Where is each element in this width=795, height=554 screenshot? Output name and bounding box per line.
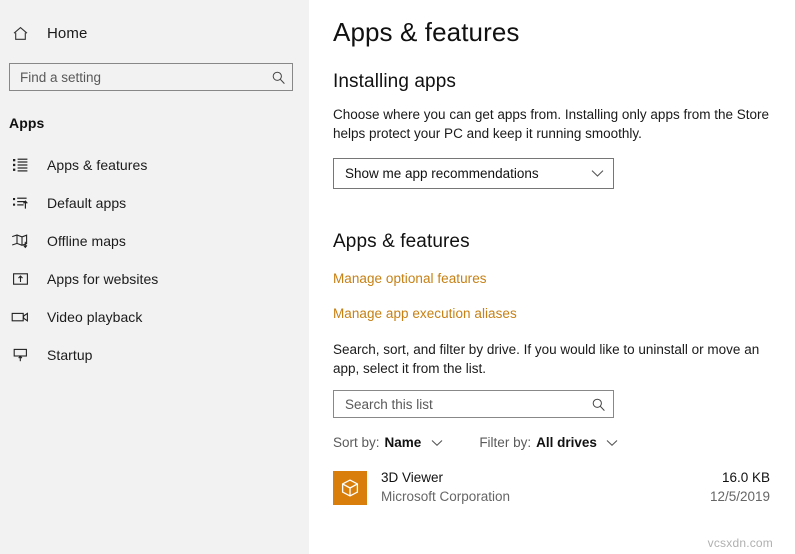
list-arrow-icon [9,192,31,214]
sidebar-item-label: Apps & features [47,157,148,173]
settings-window: Home Apps [0,0,795,554]
manage-app-execution-aliases-link[interactable]: Manage app execution aliases [333,306,517,321]
app-name: 3D Viewer [381,470,444,485]
app-details: 16.0 KB 12/5/2019 [710,468,795,506]
app-install-date: 12/5/2019 [709,489,770,504]
sidebar-item-apps-for-websites[interactable]: Apps for websites [0,260,309,298]
install-source-dropdown[interactable]: Show me app recommendations [333,158,614,189]
installing-apps-heading: Installing apps [333,71,456,92]
sidebar-item-default-apps[interactable]: Default apps [0,184,309,222]
find-a-setting-search-box[interactable] [9,63,293,91]
sort-by-label: Sort by: [333,435,380,450]
app-info: 3D Viewer Microsoft Corporation [381,468,710,506]
cube-3d-icon [333,471,367,505]
monitor-up-icon [9,344,31,366]
app-list: 3D Viewer Microsoft Corporation 16.0 KB … [333,468,795,512]
video-camera-icon [9,306,31,328]
sidebar-item-label: Apps for websites [47,271,159,287]
list-bullets-icon [9,154,31,176]
install-source-value: Show me app recommendations [345,166,539,181]
apps-features-description: Search, sort, and filter by drive. If yo… [333,342,760,376]
app-publisher: Microsoft Corporation [381,489,511,504]
main-content: Apps & features Installing apps Choose w… [309,0,795,554]
sidebar-nav: Apps & features Default apps Offline map… [0,146,309,374]
installing-apps-description: Choose where you can get apps from. Inst… [333,107,769,141]
list-filters: Sort by: Name Filter by: All drives [333,435,795,450]
map-download-icon [9,230,31,252]
sidebar-item-startup[interactable]: Startup [0,336,309,374]
sidebar-item-home[interactable]: Home [0,16,309,50]
sidebar-item-apps-features[interactable]: Apps & features [0,146,309,184]
sidebar-item-label: Default apps [47,195,127,211]
app-list-search-input[interactable] [345,391,590,417]
filter-by-control[interactable]: Filter by: All drives [479,435,619,450]
sidebar-item-video-playback[interactable]: Video playback [0,298,309,336]
manage-optional-features-row: Manage optional features [333,270,795,288]
sidebar: Home Apps [0,0,309,554]
list-item[interactable]: 3D Viewer Microsoft Corporation 16.0 KB … [333,468,795,512]
apps-features-heading: Apps & features [333,231,470,252]
page-title: Apps & features [333,17,520,47]
app-size: 16.0 KB [721,470,770,485]
chevron-down-icon [606,436,619,449]
manage-optional-features-link[interactable]: Manage optional features [333,271,487,286]
watermark: vcsxdn.com [707,536,773,550]
chevron-down-icon [590,167,604,181]
filter-by-value: All drives [536,435,597,450]
sidebar-item-label: Startup [47,347,93,363]
search-icon[interactable] [590,396,606,412]
manage-app-execution-aliases-row: Manage app execution aliases [333,305,795,323]
search-input[interactable] [20,64,270,90]
sidebar-item-label: Video playback [47,309,143,325]
chevron-down-icon [430,436,443,449]
search-icon[interactable] [270,69,286,85]
search-this-list-box[interactable] [333,390,614,418]
sort-by-value: Name [384,435,422,450]
filter-by-label: Filter by: [479,435,532,450]
home-label: Home [47,24,88,42]
sidebar-item-offline-maps[interactable]: Offline maps [0,222,309,260]
sort-by-control[interactable]: Sort by: Name [333,435,443,450]
sidebar-section-label: Apps [9,115,45,131]
window-upload-icon [9,268,31,290]
home-icon [9,22,31,44]
sidebar-item-label: Offline maps [47,233,126,249]
